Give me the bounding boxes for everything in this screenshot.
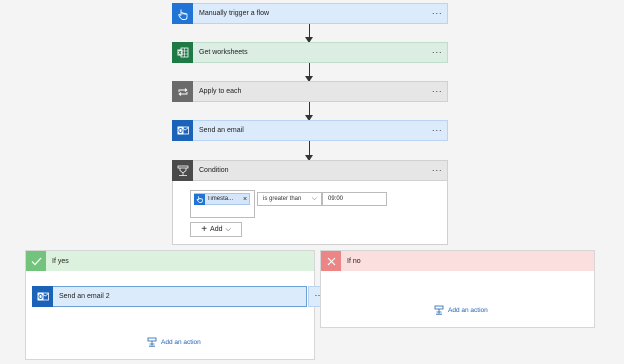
condition-icon (172, 160, 193, 181)
operator-dropdown[interactable]: is greater than ⌵ (257, 192, 322, 206)
step-send-email[interactable]: Send an email ··· (172, 120, 448, 141)
more-options-button[interactable]: ··· (427, 48, 447, 57)
step-send-email-2[interactable]: Send an email 2 (32, 286, 307, 307)
step-label: Apply to each (199, 88, 242, 95)
loop-icon (172, 81, 193, 102)
step-label: Get worksheets (199, 49, 248, 56)
outlook-icon (32, 286, 53, 307)
close-icon (321, 251, 341, 271)
condition-editor: Timesta... × is greater than ⌵ 09:00 + A… (172, 181, 448, 245)
excel-icon (172, 42, 193, 63)
add-action-icon (434, 305, 444, 315)
remove-token-button[interactable]: × (241, 196, 249, 203)
token-label: Timesta... (207, 196, 234, 202)
step-label: Send an email (199, 127, 244, 134)
branch-yes-header[interactable]: If yes (26, 251, 314, 271)
step-label: Send an email 2 (59, 293, 110, 300)
step-condition[interactable]: Condition ··· (172, 160, 448, 181)
condition-value-input[interactable]: 09:00 (322, 192, 387, 206)
connector-arrow (305, 24, 313, 43)
chevron-down-icon: ⌵ (225, 225, 231, 233)
add-action-yes-button[interactable]: Add an action (147, 337, 201, 347)
dynamic-content-token[interactable]: Timesta... × (194, 193, 250, 205)
more-options-button[interactable]: ··· (427, 87, 447, 96)
branch-label: If no (347, 257, 361, 265)
add-action-label: Add an action (161, 338, 201, 346)
chevron-down-icon: ⌵ (311, 195, 317, 202)
step-label: Manually trigger a flow (199, 10, 270, 17)
more-options-button[interactable]: ··· (427, 126, 447, 135)
outlook-icon (172, 120, 193, 141)
step-label: Condition (199, 167, 229, 174)
step-manual-trigger[interactable]: Manually trigger a flow ··· (172, 3, 448, 24)
branch-if-yes: If yes Send an email 2 ··· Add an action (25, 250, 330, 360)
branch-label: If yes (52, 257, 69, 265)
step-get-worksheets[interactable]: Get worksheets ··· (172, 42, 448, 63)
more-options-button[interactable]: ··· (427, 166, 447, 175)
touch-icon (172, 3, 193, 24)
branch-no-header[interactable]: If no (321, 251, 594, 271)
condition-value: 09:00 (328, 196, 344, 202)
add-condition-button[interactable]: + Add ⌵ (190, 222, 242, 237)
add-action-icon (147, 337, 157, 347)
plus-icon: + (201, 223, 208, 235)
connector-arrow (305, 141, 313, 161)
touch-icon (194, 193, 205, 205)
add-action-label: Add an action (448, 306, 488, 314)
branch-if-no: If no Add an action (320, 250, 595, 328)
condition-left-operand[interactable]: Timesta... × (190, 190, 255, 218)
more-options-button[interactable]: ··· (427, 9, 447, 18)
add-label: Add (210, 226, 223, 233)
step-apply-to-each[interactable]: Apply to each ··· (172, 81, 448, 102)
connector-arrow (305, 102, 313, 121)
check-icon (26, 251, 46, 271)
add-action-no-button[interactable]: Add an action (434, 305, 488, 315)
operator-value: is greater than (263, 196, 302, 202)
connector-arrow (305, 63, 313, 82)
